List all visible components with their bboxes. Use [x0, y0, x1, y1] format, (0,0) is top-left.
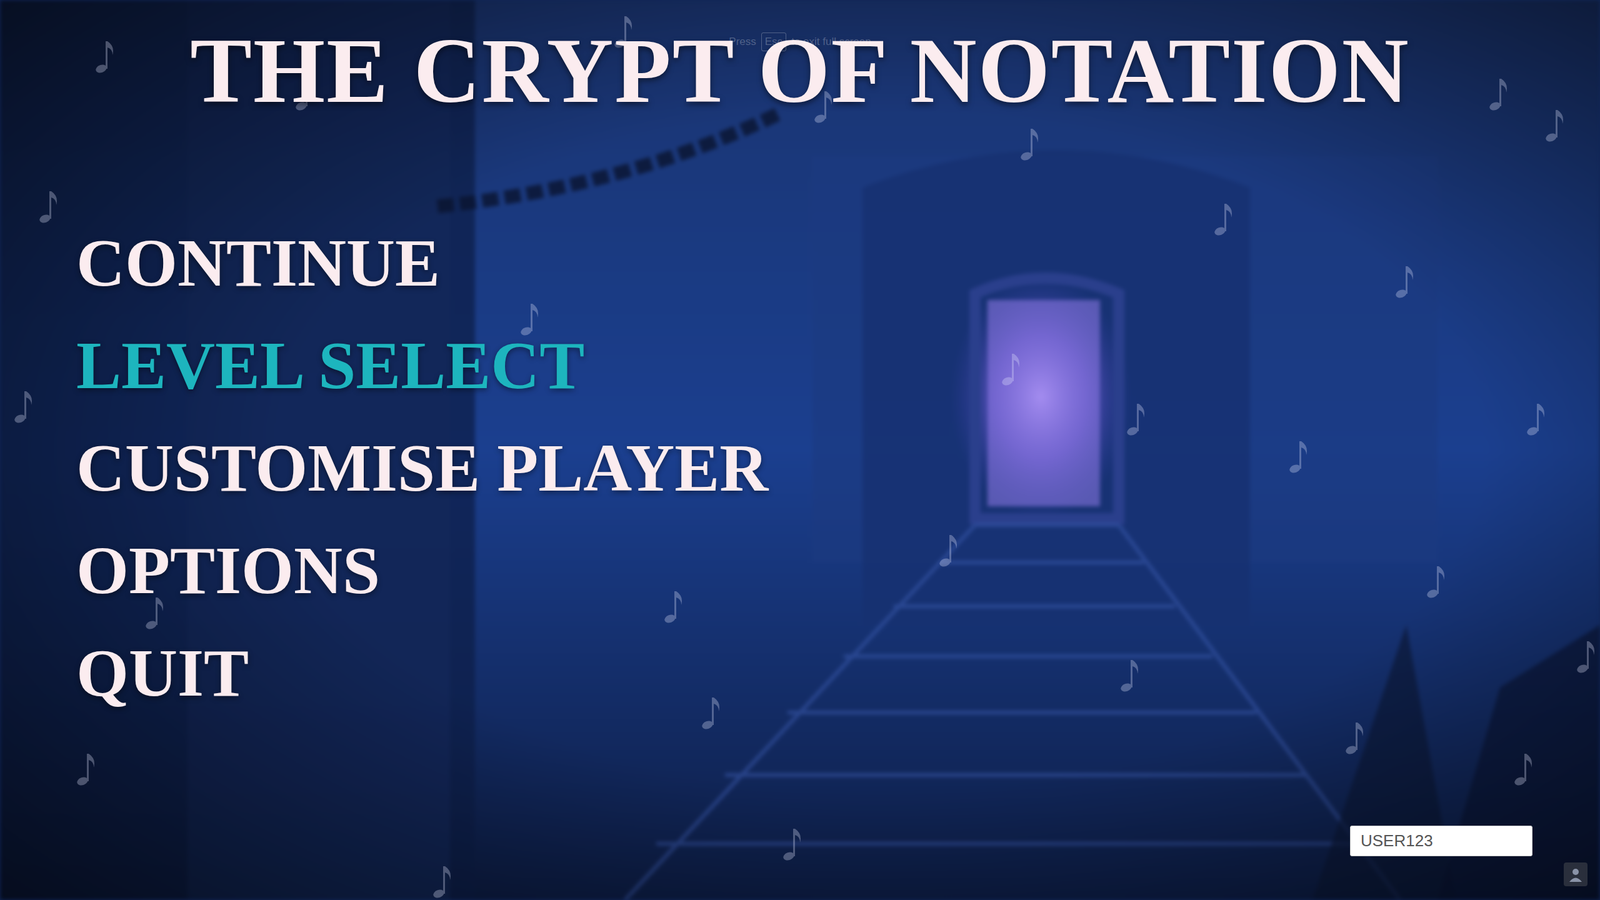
hint-text: to exit full screen — [791, 33, 872, 50]
hint-text: Press — [728, 33, 756, 50]
menu-item[interactable]: LEVEL SELECT — [76, 314, 585, 417]
music-note-icon — [1018, 125, 1044, 163]
music-note-icon — [1125, 400, 1150, 438]
music-note-icon — [1575, 637, 1600, 675]
avatar-icon[interactable] — [1563, 862, 1588, 887]
music-note-icon — [1393, 262, 1419, 300]
music-note-icon — [1343, 718, 1369, 757]
music-note-icon — [1512, 750, 1538, 788]
music-note-icon — [37, 187, 63, 225]
title-bar: THE CRYPT OF NOTATION — [0, 0, 1600, 117]
music-note-icon — [1287, 437, 1313, 475]
music-note-icon — [1212, 200, 1238, 238]
music-note-icon — [781, 825, 807, 863]
username-field[interactable] — [1350, 825, 1533, 857]
menu-item[interactable]: OPTIONS — [76, 519, 380, 622]
music-note-icon — [1487, 75, 1513, 113]
main-menu-screen: Press Escto exit full screen THE CRYPT OF… — [0, 0, 1600, 900]
music-note-icon — [1543, 106, 1569, 144]
music-note-icon — [431, 862, 457, 900]
music-note-icon — [662, 587, 688, 625]
menu-item[interactable]: CUSTOMISE PLAYER — [76, 416, 769, 520]
hint-key: Esc — [761, 32, 787, 52]
music-note-icon — [1525, 400, 1550, 438]
footer — [0, 825, 1600, 900]
menu-item[interactable]: QUIT — [76, 621, 249, 725]
music-note-icon — [1000, 350, 1025, 388]
music-note-icon — [93, 37, 119, 75]
main-menu: CONTINUELEVEL SELECTCUSTOMISE PLAYEROPTI… — [0, 211, 1600, 725]
music-note-icon — [12, 387, 38, 425]
menu-item[interactable]: CONTINUE — [76, 211, 440, 315]
music-note-icon — [75, 750, 100, 788]
music-note-icon — [937, 531, 963, 569]
music-note-icon — [700, 693, 725, 732]
music-note-icon — [1425, 562, 1450, 600]
fullscreen-hint: Press Escto exit full screen — [0, 32, 1600, 52]
music-note-icon — [1118, 656, 1144, 694]
